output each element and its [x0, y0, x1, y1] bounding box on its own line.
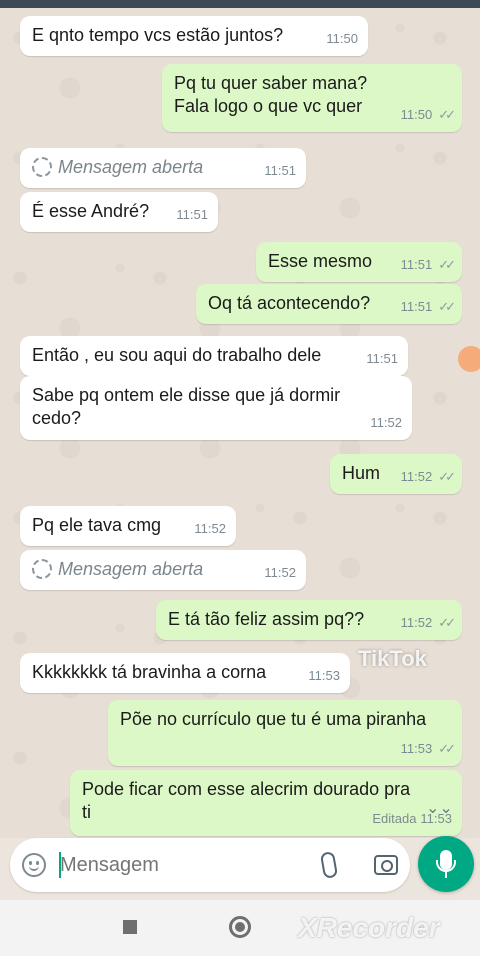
message-body: E qnto tempo vcs estão juntos?	[32, 25, 284, 45]
message-meta: 11:51	[176, 203, 208, 226]
message-time: 11:52	[370, 415, 402, 430]
message-time: 11:50	[326, 31, 358, 46]
outgoing-message[interactable]: Pq tu quer saber mana? Fala logo o que v…	[162, 64, 462, 132]
outgoing-message[interactable]: Põe no currículo que tu é uma piranha 11:…	[108, 700, 462, 766]
message-time: 11:51	[366, 351, 398, 366]
incoming-message[interactable]: Sabe pq ontem ele disse que já dormir ce…	[20, 376, 412, 440]
double-check-icon: ✓✓	[438, 107, 456, 122]
microphone-button[interactable]	[418, 836, 474, 892]
message-meta: 11:52 ✓✓	[400, 465, 456, 488]
message-time: 11:53	[308, 668, 340, 683]
message-time: 11:52	[264, 565, 296, 580]
message-text: Esse mesmo	[268, 251, 372, 271]
message-meta: 11:53	[308, 664, 340, 687]
double-check-icon: ✓✓	[438, 257, 456, 272]
view-once-icon	[32, 157, 52, 177]
message-body: Sabe pq ontem ele disse que já dormir ce…	[32, 385, 341, 428]
chevron-double-down-icon[interactable]: ⌄⌄	[426, 796, 453, 822]
message-time: 11:52	[400, 615, 433, 630]
message-time: 11:51	[400, 257, 433, 272]
status-bar	[0, 0, 480, 8]
camera-icon[interactable]	[374, 855, 398, 875]
message-meta: 11:51	[366, 347, 398, 370]
double-check-icon: ✓✓	[438, 469, 456, 484]
message-meta: 11:51	[264, 159, 296, 182]
message-meta: 11:52	[194, 517, 226, 540]
double-check-icon: ✓✓	[438, 299, 456, 314]
incoming-message[interactable]: Mensagem aberta 11:51	[20, 148, 306, 188]
message-meta: 11:51 ✓✓	[400, 295, 456, 318]
outgoing-message[interactable]: Esse mesmo 11:51 ✓✓	[256, 242, 462, 282]
message-time: 11:52	[194, 521, 226, 536]
message-time: 11:52	[400, 469, 433, 484]
message-text: Então , eu sou aqui do trabalho dele	[32, 345, 321, 365]
message-meta: 11:52	[264, 561, 296, 584]
message-text: É esse André?	[32, 201, 149, 221]
outgoing-message[interactable]: Pode ficar com esse alecrim dourado pra …	[70, 770, 462, 836]
message-body: E tá tão feliz assim pq??	[168, 609, 365, 629]
incoming-message[interactable]: Mensagem aberta 11:52	[20, 550, 306, 590]
message-text: Kkkkkkkk tá bravinha a corna	[32, 662, 266, 682]
message-text: Pq ele tava cmg	[32, 515, 161, 535]
message-body: Esse mesmo	[268, 251, 373, 271]
message-time: 11:50	[400, 107, 433, 122]
message-meta: 11:52	[370, 411, 402, 434]
message-body: Oq tá acontecendo?	[208, 293, 371, 313]
message-text: Hum	[342, 463, 380, 483]
message-meta: 11:52 ✓✓	[400, 611, 456, 634]
message-text: Põe no currículo que tu é uma piranha	[120, 709, 426, 729]
chat-area[interactable]: E qnto tempo vcs estão juntos? 11:50 Pq tu…	[0, 8, 480, 838]
tiktok-watermark: TikTok	[358, 646, 427, 671]
double-check-icon: ✓✓	[438, 741, 456, 756]
incoming-message[interactable]: Pq ele tava cmg 11:52	[20, 506, 236, 546]
outgoing-message[interactable]: E tá tão feliz assim pq?? 11:52 ✓✓	[156, 600, 462, 640]
incoming-message[interactable]: E qnto tempo vcs estão juntos? 11:50	[20, 16, 368, 56]
double-check-icon: ✓✓	[438, 615, 456, 630]
view-once-icon	[32, 559, 52, 579]
message-body: Pq ele tava cmg	[32, 515, 162, 535]
message-meta: 11:51 ✓✓	[400, 253, 456, 276]
message-body: Pq tu quer saber mana? Fala logo o que v…	[174, 73, 368, 116]
message-time: 11:53	[400, 741, 433, 756]
message-body: Mensagem aberta	[58, 559, 204, 579]
message-body: É esse André?	[32, 201, 150, 221]
paperclip-icon[interactable]	[319, 850, 339, 880]
message-body: Kkkkkkkk tá bravinha a corna	[32, 662, 267, 682]
message-body: Hum	[342, 463, 381, 483]
message-text: Oq tá acontecendo?	[208, 293, 370, 313]
incoming-message[interactable]: Kkkkkkkk tá bravinha a corna 11:53	[20, 653, 350, 693]
message-body: Põe no currículo que tu é uma piranha	[120, 709, 427, 729]
emoji-icon[interactable]	[22, 853, 46, 877]
recent-apps-icon[interactable]	[123, 920, 137, 934]
message-body: Mensagem aberta	[58, 157, 204, 177]
message-meta: 11:50 ✓✓	[400, 103, 456, 126]
message-meta: 11:53 ✓✓	[400, 737, 456, 760]
message-text: Pode ficar com esse alecrim dourado pra …	[82, 779, 410, 822]
home-icon[interactable]	[229, 916, 251, 938]
message-body: Pode ficar com esse alecrim dourado pra …	[82, 779, 411, 822]
message-text: E qnto tempo vcs estão juntos?	[32, 25, 283, 45]
message-input-bar[interactable]	[10, 838, 410, 892]
message-meta: 11:50	[326, 27, 358, 50]
xrecorder-watermark: XRecorder	[298, 912, 440, 943]
incoming-message[interactable]: É esse André? 11:51	[20, 192, 218, 232]
message-text: Sabe pq ontem ele disse que já dormir ce…	[32, 385, 340, 428]
message-time: 11:51	[400, 299, 433, 314]
view-once-label: Mensagem aberta	[32, 559, 203, 579]
edited-label: Editada	[372, 811, 417, 826]
message-text: E tá tão feliz assim pq??	[168, 609, 364, 629]
view-once-label: Mensagem aberta	[32, 157, 203, 177]
outgoing-message[interactable]: Hum 11:52 ✓✓	[330, 454, 462, 494]
message-time: 11:51	[176, 207, 208, 222]
message-input[interactable]	[60, 850, 310, 880]
message-time: 11:51	[264, 163, 296, 178]
incoming-message[interactable]: Então , eu sou aqui do trabalho dele 11:5…	[20, 336, 408, 376]
message-body: Então , eu sou aqui do trabalho dele	[32, 345, 322, 365]
message-text: Pq tu quer saber mana? Fala logo o que v…	[174, 73, 367, 116]
floating-record-bubble[interactable]	[458, 346, 480, 372]
outgoing-message[interactable]: Oq tá acontecendo? 11:51 ✓✓	[196, 284, 462, 324]
